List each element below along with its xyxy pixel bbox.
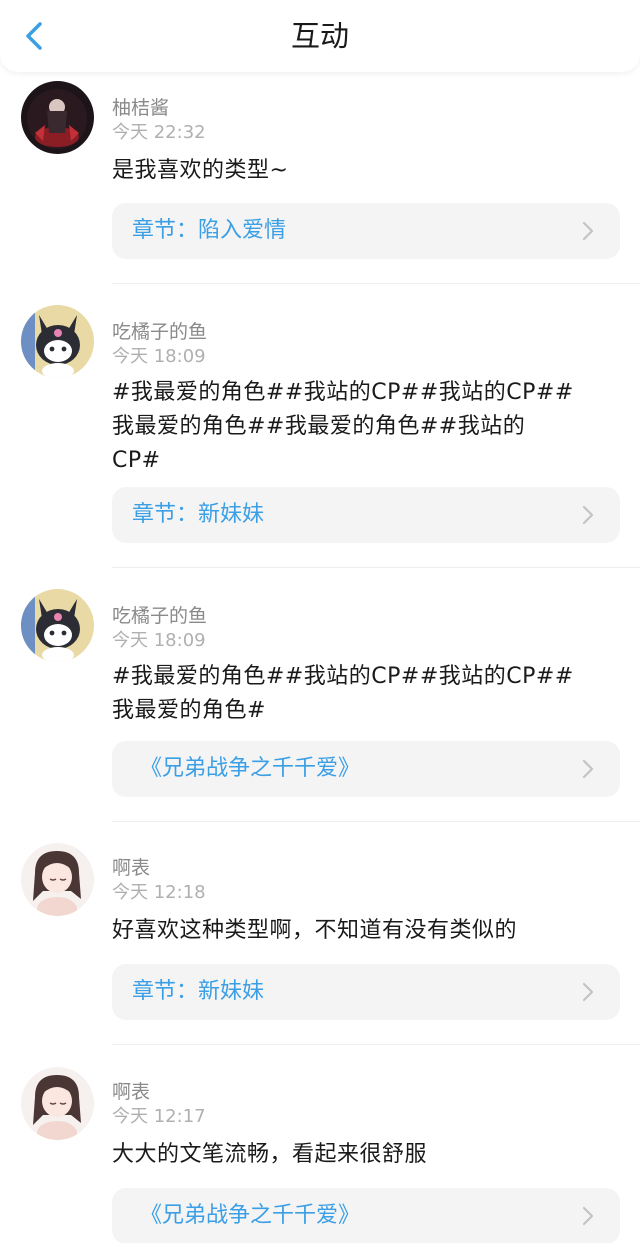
chevron-right-icon xyxy=(582,221,594,241)
book-link-label: 《兄弟战争之千千爱》 xyxy=(140,1203,361,1228)
comment-line: #我最爱的角色##我站的CP##我站的CP## xyxy=(112,380,574,405)
comment-line: 大大的文笔流畅，看起来很舒服 xyxy=(112,1142,428,1167)
comment-text: #我最爱的角色##我站的CP##我站的CP## 我最爱的角色##我最爱的角色##… xyxy=(112,376,628,478)
avatar[interactable] xyxy=(21,1067,94,1140)
nav-bar: 互动 xyxy=(0,0,640,72)
avatar-kuromi-icon xyxy=(21,589,94,662)
chevron-right-icon xyxy=(582,759,594,779)
book-link[interactable]: 《兄弟战争之千千爱》 xyxy=(112,741,620,797)
timestamp: 今天 18:09 xyxy=(112,346,206,367)
comment-line: #我最爱的角色##我站的CP##我站的CP## xyxy=(112,664,574,689)
username[interactable]: 吃橘子的鱼 xyxy=(112,320,207,344)
avatar-girl-illustration-icon xyxy=(21,843,94,916)
avatar[interactable] xyxy=(21,843,94,916)
divider xyxy=(112,821,640,822)
timestamp: 今天 18:09 xyxy=(112,630,206,651)
chapter-link[interactable]: 章节：新妹妹 xyxy=(112,487,620,543)
comment-text: #我最爱的角色##我站的CP##我站的CP## 我最爱的角色# xyxy=(112,660,628,728)
chapter-link[interactable]: 章节：陷入爱情 xyxy=(112,203,620,259)
avatar[interactable] xyxy=(21,305,94,378)
avatar-kuromi-icon xyxy=(21,305,94,378)
chevron-right-icon xyxy=(582,982,594,1002)
avatar-girl-illustration-icon xyxy=(21,1067,94,1140)
timestamp: 今天 22:32 xyxy=(112,122,206,143)
book-link-label: 《兄弟战争之千千爱》 xyxy=(140,756,361,781)
username[interactable]: 柚桔酱 xyxy=(112,96,169,120)
username[interactable]: 啊表 xyxy=(112,856,150,880)
page-title: 互动 xyxy=(290,19,349,53)
comment-line: 是我喜欢的类型~ xyxy=(112,158,289,183)
avatar[interactable] xyxy=(21,589,94,662)
comment-line: 我最爱的角色##我最爱的角色##我站的 xyxy=(112,414,526,439)
comment-line: CP# xyxy=(112,448,161,473)
chevron-right-icon xyxy=(582,1206,594,1226)
timestamp: 今天 12:18 xyxy=(112,882,206,903)
username[interactable]: 啊表 xyxy=(112,1080,150,1104)
chapter-link[interactable]: 章节：新妹妹 xyxy=(112,964,620,1020)
avatar[interactable] xyxy=(21,81,94,154)
comment-text: 是我喜欢的类型~ xyxy=(112,154,628,188)
chevron-right-icon xyxy=(582,505,594,525)
chapter-link-label: 章节：新妹妹 xyxy=(132,979,265,1004)
chapter-link-label: 章节：陷入爱情 xyxy=(132,218,287,243)
username[interactable]: 吃橘子的鱼 xyxy=(112,604,207,628)
comment-text: 好喜欢这种类型啊，不知道有没有类似的 xyxy=(112,914,628,948)
book-link[interactable]: 《兄弟战争之千千爱》 xyxy=(112,1188,620,1243)
comment-line: 好喜欢这种类型啊，不知道有没有类似的 xyxy=(112,918,518,943)
avatar-dark-figure-icon xyxy=(21,81,94,154)
divider xyxy=(112,567,640,568)
divider xyxy=(112,1044,640,1045)
timestamp: 今天 12:17 xyxy=(112,1106,206,1127)
comment-text: 大大的文笔流畅，看起来很舒服 xyxy=(112,1138,628,1172)
divider xyxy=(112,283,640,284)
comment-line: 我最爱的角色# xyxy=(112,698,266,723)
chapter-link-label: 章节：新妹妹 xyxy=(132,502,265,527)
